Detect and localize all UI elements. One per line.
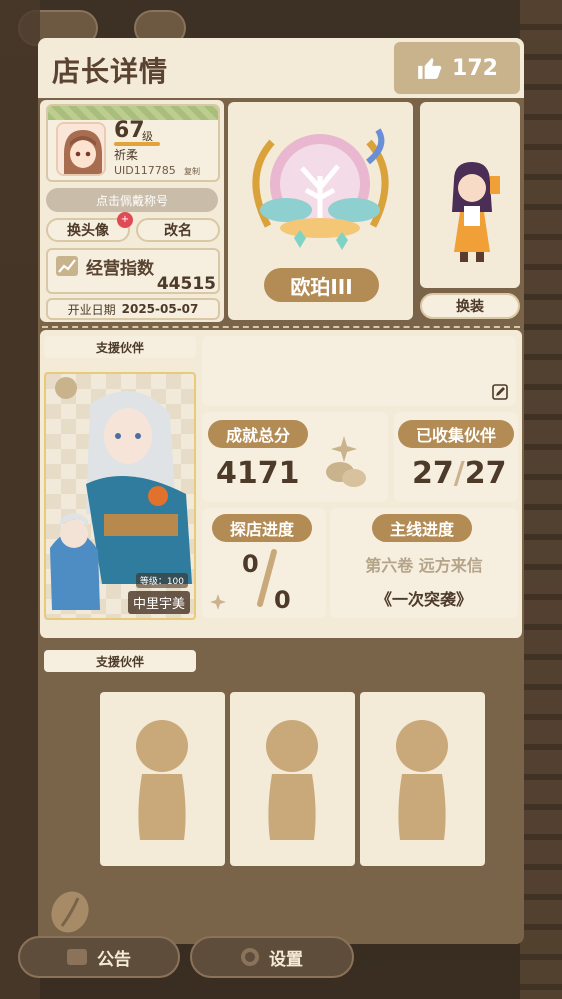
rank-card: 欧珀III <box>228 102 413 320</box>
panel-header: 店长详情 172 <box>38 38 524 98</box>
collected-total: 27 <box>464 456 507 491</box>
achievement-label: 成就总分 <box>208 420 308 448</box>
open-date-label: 开业日期 <box>67 302 116 317</box>
avatar-portrait-icon <box>58 124 104 174</box>
partner-slot-3[interactable] <box>360 692 485 866</box>
thumbs-up-icon <box>418 58 442 79</box>
gear-icon <box>241 948 259 966</box>
business-index: 经营指数 44515 <box>46 248 220 294</box>
change-outfit-button[interactable]: 换装 <box>420 293 520 319</box>
partner-slot-1[interactable] <box>100 692 225 866</box>
achievement-value: 4171 <box>216 456 300 491</box>
main-story-chapter: 第六卷 远方来信 <box>365 556 483 575</box>
empty-slot-silhouette-icon <box>396 720 448 840</box>
like-count: 172 <box>452 55 498 81</box>
main-story-title: 《一次突袭》 <box>375 590 472 609</box>
partner-level: 等级：100 <box>135 573 188 588</box>
partner-name: 中里宇美 <box>127 591 190 614</box>
signature-note[interactable] <box>202 336 516 406</box>
notice-icon <box>67 949 87 965</box>
notice-button[interactable]: 公告 <box>18 936 180 978</box>
explore-label: 探店进度 <box>212 514 312 542</box>
main-story-label: 主线进度 <box>372 514 472 542</box>
character-sprite-icon <box>452 162 500 262</box>
background-left <box>0 0 40 999</box>
sparkle-icon <box>210 594 226 610</box>
notification-dot: + <box>117 212 133 228</box>
open-date: 开业日期 2025-05-07 <box>46 298 220 320</box>
business-index-label: 经营指数 <box>86 259 154 279</box>
player-uid: UID117785 <box>114 164 176 177</box>
page-title: 店长详情 <box>52 55 169 88</box>
background-shelves <box>520 0 562 999</box>
settings-label: 设置 <box>269 949 303 970</box>
section-divider <box>42 326 520 328</box>
chart-icon <box>56 256 78 276</box>
rename-button[interactable]: 改名 <box>136 218 220 242</box>
edit-icon[interactable] <box>492 384 508 400</box>
rank-emblem-icon <box>252 128 389 250</box>
partner-slot-2[interactable] <box>230 692 355 866</box>
settings-button[interactable]: 设置 <box>190 936 354 978</box>
explore-total: 0 <box>274 586 291 614</box>
rank-label: 欧珀III <box>264 268 379 302</box>
character-card <box>420 102 520 288</box>
explore-card: 探店进度 0 0 <box>202 508 326 618</box>
coffee-bean-icon <box>326 436 366 487</box>
collected-label: 已收集伙伴 <box>398 420 514 448</box>
collected-separator: / <box>453 456 465 491</box>
support-partner-tag-2: 支援伙伴 <box>44 650 196 672</box>
collected-card: 已收集伙伴 27/27 <box>394 412 518 502</box>
main-story-card[interactable]: 主线进度 第六卷 远方来信 《一次突袭》 <box>330 508 518 618</box>
achievement-card: 成就总分 4171 <box>202 412 388 502</box>
empty-slot-silhouette-icon <box>136 720 188 840</box>
player-level: 67 <box>114 118 145 143</box>
collected-value: 27 <box>412 456 454 491</box>
empty-slot-silhouette-icon <box>266 720 318 840</box>
like-button[interactable]: 172 <box>394 42 520 94</box>
bottom-bar <box>40 880 522 944</box>
support-partner-card[interactable]: 等级：100 中里宇美 <box>44 372 196 620</box>
coffee-bean-icon <box>51 891 89 933</box>
player-name: 祈柔 <box>114 148 139 162</box>
notice-label: 公告 <box>97 949 131 970</box>
wear-title-button[interactable]: 点击佩戴称号 <box>46 188 218 212</box>
copy-uid-button[interactable]: 复制 <box>184 166 200 177</box>
business-index-value: 44515 <box>156 274 216 294</box>
open-date-value: 2025-05-07 <box>121 302 199 316</box>
support-partner-tag: 支援伙伴 <box>44 336 196 358</box>
avatar[interactable] <box>56 122 106 176</box>
profile-card: 67 级 祈柔 UID117785 复制 <box>46 104 220 182</box>
